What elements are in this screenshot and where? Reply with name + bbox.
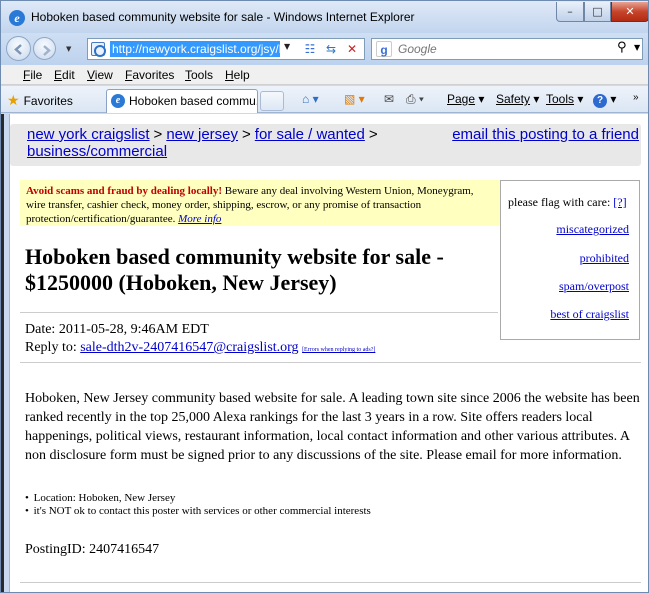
- breadcrumb-line: new york craigslist > new jersey > for s…: [27, 126, 378, 144]
- tab-active[interactable]: e Hoboken based commu...: [106, 89, 258, 113]
- print-icon[interactable]: ⎙ ▾: [406, 92, 424, 107]
- reply-email-link[interactable]: sale-dth2v-2407416547@craigslist.org: [80, 340, 298, 355]
- menu-tools[interactable]: Tools: [185, 68, 213, 82]
- favorites-button[interactable]: ★ Favorites: [7, 92, 73, 109]
- page-content: new york craigslist > new jersey > for s…: [9, 114, 648, 592]
- search-box[interactable]: g Google ⚲ ▼: [371, 38, 643, 60]
- ie-tab-icon: e: [111, 94, 125, 108]
- divider: [20, 582, 641, 583]
- help-menu[interactable]: ? ▾: [593, 92, 616, 108]
- menu-help[interactable]: Help: [225, 68, 250, 82]
- posting-body: Hoboken, New Jersey community based webs…: [25, 391, 640, 463]
- ie-logo-icon: e: [9, 10, 25, 26]
- forward-button[interactable]: [33, 37, 56, 60]
- flag-spam[interactable]: spam/overpost: [559, 279, 629, 294]
- address-bar[interactable]: http://newyork.craigslist.org/jsy/b ▼ ☷ …: [87, 38, 365, 60]
- tools-menu-label: Tools: [546, 92, 575, 106]
- new-tab-button[interactable]: [260, 91, 284, 111]
- google-logo-icon: g: [376, 41, 392, 57]
- flag-help-link[interactable]: [?]: [613, 195, 626, 209]
- menu-file[interactable]: File: [23, 68, 42, 82]
- compatibility-icon[interactable]: ☷: [301, 41, 319, 58]
- breadcrumb-sep: >: [242, 126, 251, 143]
- safety-menu[interactable]: Safety ▾: [496, 92, 539, 106]
- forward-arrow-icon: [43, 45, 51, 56]
- breadcrumb-business[interactable]: business/commercial: [27, 143, 167, 161]
- maximize-button[interactable]: □: [584, 2, 611, 22]
- bullet-location: Location: Hoboken, New Jersey: [25, 492, 371, 505]
- breadcrumb-newjersey[interactable]: new jersey: [166, 126, 238, 143]
- close-button[interactable]: ✕: [611, 2, 648, 22]
- menu-view[interactable]: View: [87, 68, 113, 82]
- flag-header-label: please flag with care:: [508, 195, 611, 209]
- breadcrumb-sep: >: [153, 126, 163, 143]
- history-dropdown-icon[interactable]: ▼: [66, 45, 71, 53]
- browser-window: e Hoboken based community website for sa…: [0, 0, 649, 593]
- reply-line: Reply to: sale-dth2v-2407416547@craigsli…: [25, 339, 375, 359]
- posting-meta: Date: 2011-05-28, 9:46AM EDT Reply to: s…: [25, 321, 375, 359]
- back-arrow-icon: [14, 44, 22, 55]
- stop-icon[interactable]: ✕: [343, 41, 361, 58]
- posting-date: Date: 2011-05-28, 9:46AM EDT: [25, 322, 209, 337]
- window-title: Hoboken based community website for sale…: [31, 10, 415, 24]
- mail-icon[interactable]: ✉: [384, 92, 394, 106]
- page-menu-label: Page: [447, 92, 476, 106]
- minimize-button[interactable]: –: [556, 2, 584, 22]
- more-info-link[interactable]: More info: [178, 213, 221, 225]
- flag-miscategorized[interactable]: miscategorized: [556, 222, 629, 237]
- flag-box: please flag with care: [?] miscategorize…: [500, 180, 640, 340]
- address-url[interactable]: http://newyork.craigslist.org/jsy/b: [110, 41, 280, 57]
- search-icon[interactable]: ⚲: [617, 40, 627, 55]
- breadcrumb-newyork[interactable]: new york craigslist: [27, 126, 150, 143]
- page-menu[interactable]: Page ▾: [447, 92, 484, 106]
- title-bar: e Hoboken based community website for sa…: [1, 1, 648, 33]
- scam-warning: Avoid scams and fraud by dealing locally…: [20, 180, 500, 226]
- star-icon: ★: [7, 92, 20, 108]
- email-friend-link[interactable]: email this posting to a friend: [452, 126, 639, 144]
- menu-favorites[interactable]: Favorites: [125, 68, 174, 82]
- menu-edit[interactable]: Edit: [54, 68, 75, 82]
- warning-bold: Avoid scams and fraud by dealing locally…: [26, 185, 222, 197]
- breadcrumb-forsale[interactable]: for sale / wanted: [255, 126, 365, 143]
- posting-bullets: Location: Hoboken, New Jersey it's NOT o…: [25, 492, 371, 518]
- maximize-icon: □: [592, 5, 603, 18]
- safety-menu-label: Safety: [496, 92, 531, 106]
- back-button[interactable]: [6, 36, 31, 61]
- tools-menu[interactable]: Tools ▾: [546, 92, 583, 106]
- posting-id: PostingID: 2407416547: [25, 542, 160, 557]
- bullet-contact: it's NOT ok to contact this poster with …: [25, 505, 371, 518]
- address-dropdown-icon[interactable]: ▼: [284, 42, 290, 51]
- refresh-icon[interactable]: ⇆: [322, 41, 340, 58]
- flag-best-of[interactable]: best of craigslist: [550, 307, 629, 322]
- posting-title: Hoboken based community website for sale…: [25, 244, 444, 295]
- minimize-icon: –: [567, 5, 573, 18]
- favorites-label: Favorites: [23, 94, 73, 108]
- reply-label: Reply to:: [25, 340, 81, 355]
- favorites-bar: ★ Favorites e Hoboken based commu... ⌂ ▾ …: [1, 86, 648, 113]
- search-placeholder: Google: [398, 42, 437, 56]
- page-icon: [91, 42, 106, 57]
- close-icon: ✕: [625, 5, 635, 18]
- divider: [20, 312, 498, 313]
- tab-title: Hoboken based commu...: [129, 94, 258, 108]
- address-row: ▼ http://newyork.craigslist.org/jsy/b ▼ …: [1, 33, 648, 65]
- flag-header: please flag with care: [?]: [508, 195, 627, 210]
- flag-prohibited[interactable]: prohibited: [580, 251, 629, 266]
- chevron-right-icon[interactable]: »: [633, 92, 639, 103]
- home-icon[interactable]: ⌂ ▾: [302, 92, 319, 106]
- search-dropdown-icon[interactable]: ▼: [634, 43, 640, 52]
- left-edge-bar: [1, 114, 4, 592]
- breadcrumb: new york craigslist > new jersey > for s…: [10, 124, 641, 166]
- divider: [20, 362, 641, 363]
- menu-bar: File Edit View Favorites Tools Help: [1, 65, 648, 85]
- reply-errors-link[interactable]: [Errors when replying to ads?]: [302, 347, 375, 353]
- feeds-icon[interactable]: ▧ ▾: [344, 92, 365, 106]
- help-icon: ?: [593, 94, 607, 108]
- breadcrumb-sep: >: [368, 126, 378, 143]
